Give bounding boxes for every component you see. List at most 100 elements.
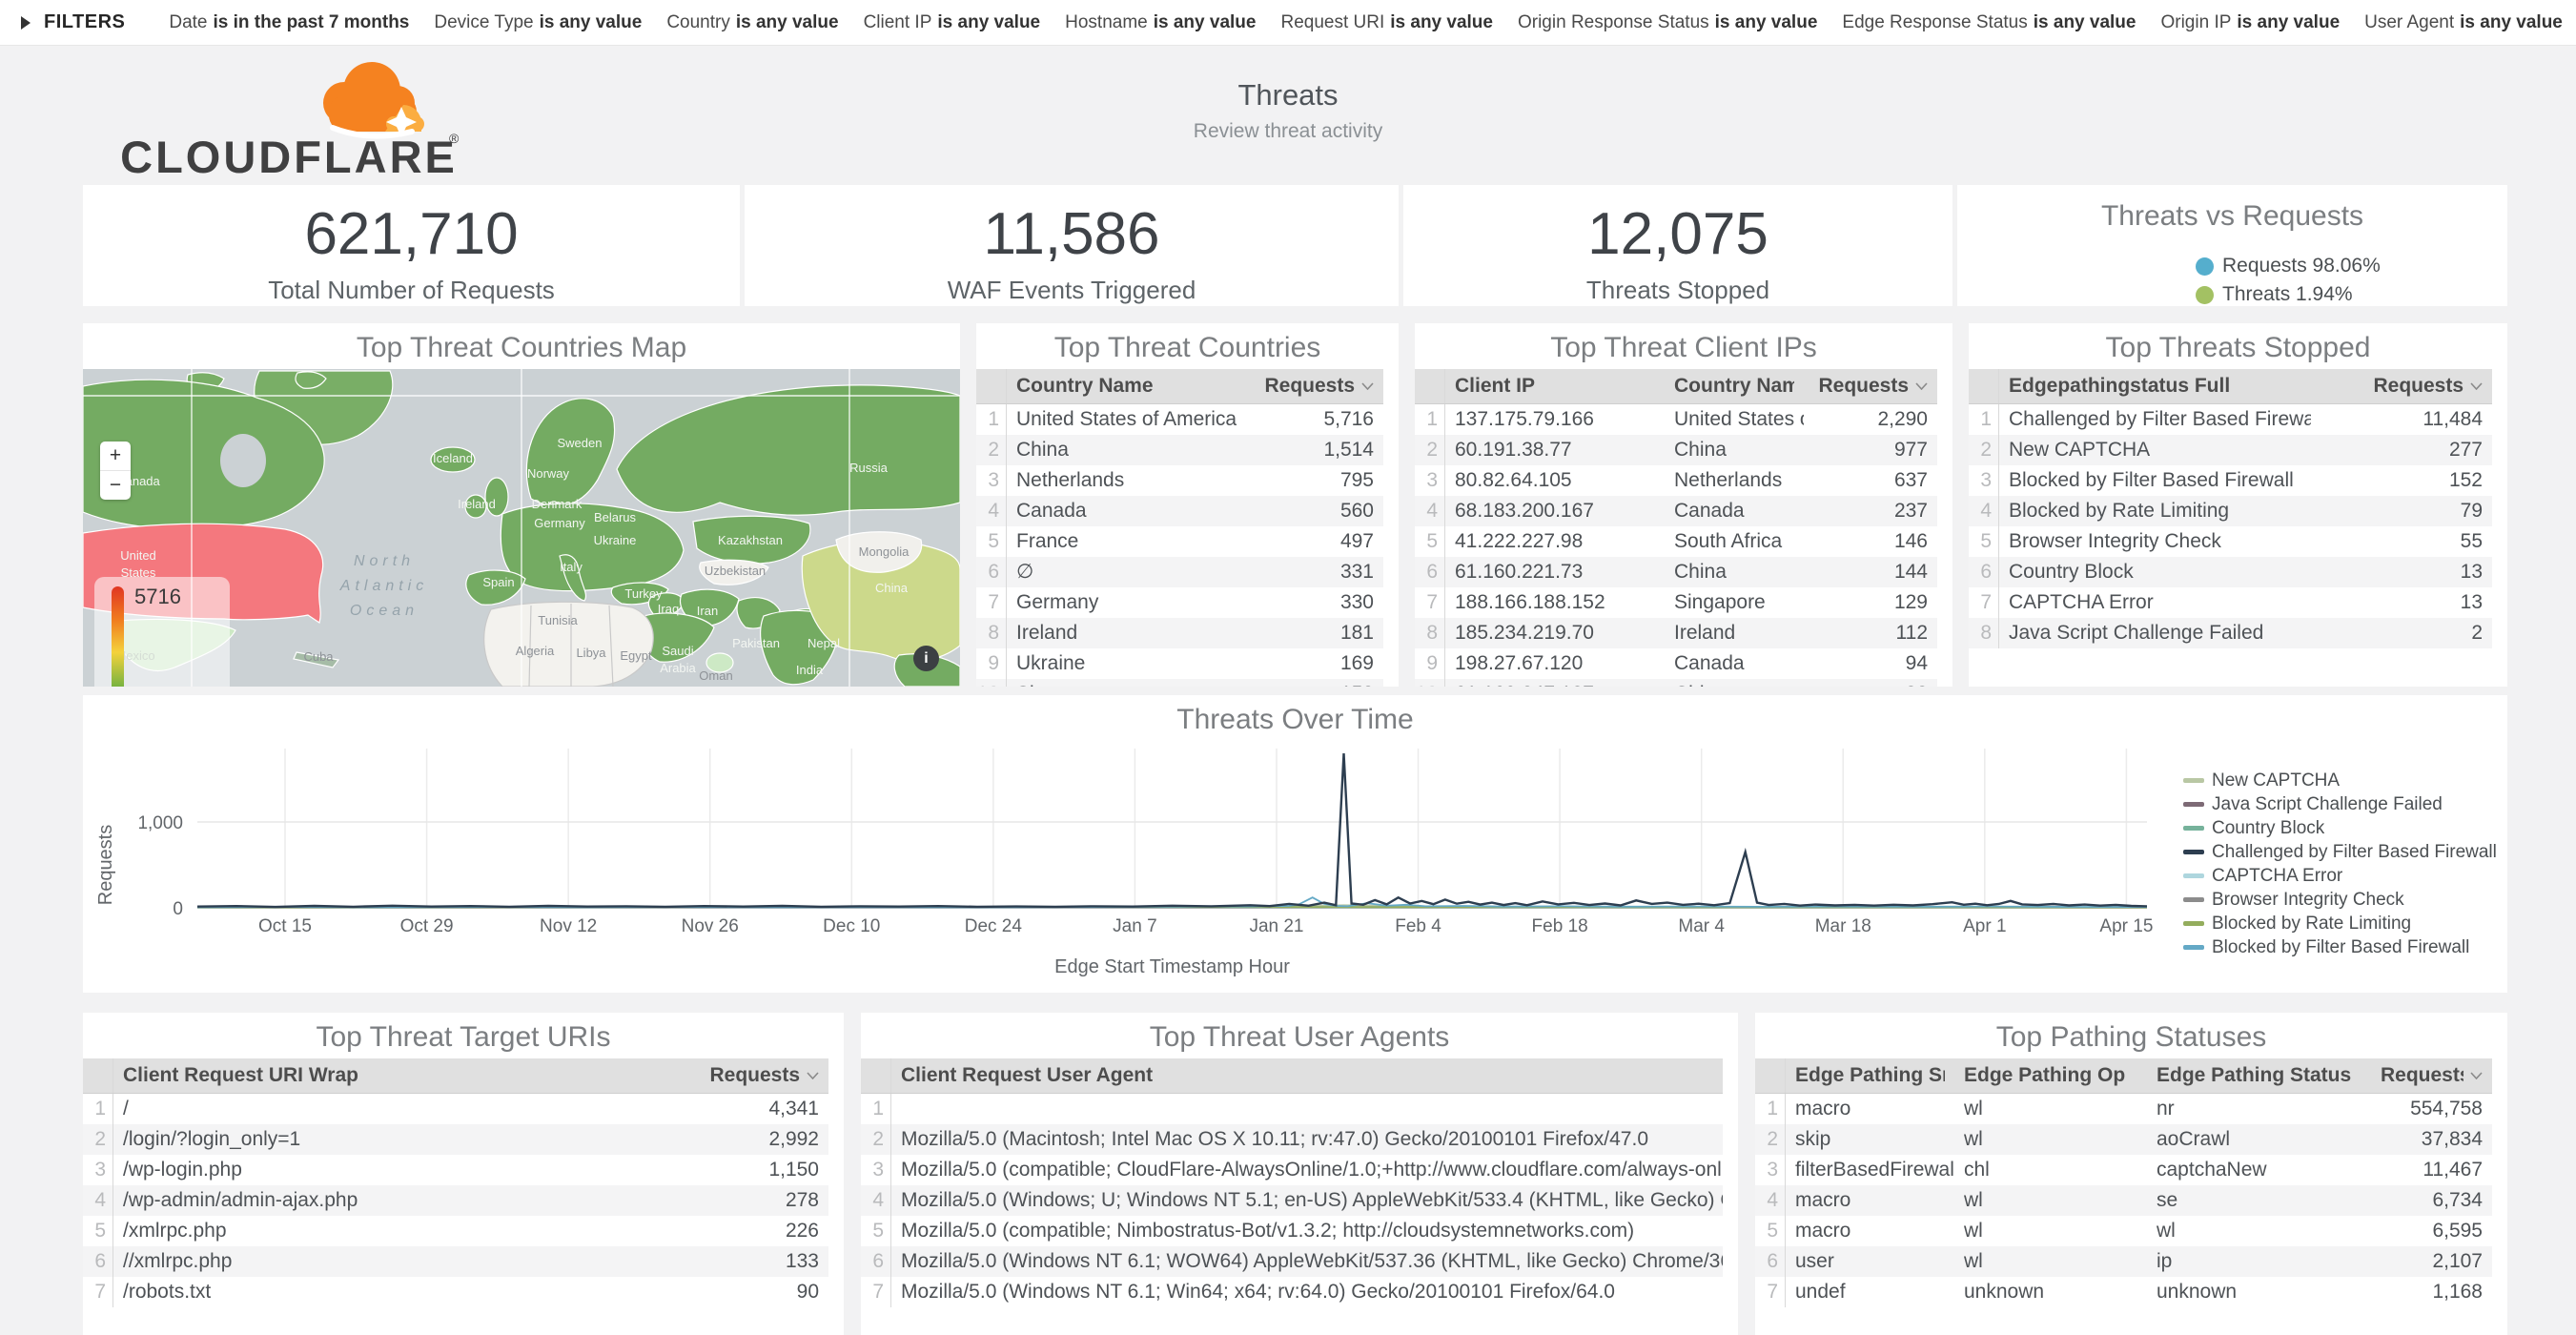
row-number: 4 [83,1185,113,1216]
sort-chevron-icon [1361,382,1374,390]
threats-over-time-panel: Threats Over Time Oct 15Oct 29Nov 12Nov … [83,695,2507,993]
column-header[interactable]: Requests [2371,1058,2492,1093]
table-cell: /wp-admin/admin-ajax.php [113,1185,681,1216]
table-cell: 88 [1804,679,1937,687]
x-tick-label: Nov 12 [540,916,597,936]
map-zoom-control: + − [100,442,131,500]
filter-item[interactable]: Client IPis any value [864,12,1041,33]
zoom-out-button[interactable]: − [100,470,131,500]
filter-item[interactable]: Device Typeis any value [434,12,642,33]
table-row: 5macrowlwl6,595 [1755,1216,2492,1246]
table-row: 1 [861,1094,1723,1124]
table-cell: Blocked by Filter Based Firewall [1999,465,2311,496]
chart-legend-item[interactable]: Country Block [2183,819,2497,837]
row-number: 7 [861,1277,891,1307]
legend-label: Country Block [2212,818,2324,839]
row-number: 6 [1415,557,1445,587]
table-cell: Netherlands [1007,465,1240,496]
filter-item[interactable]: Hostnameis any value [1065,12,1256,33]
top-threat-user-agents-panel: Top Threat User Agents Client Request Us… [861,1013,1738,1335]
row-number: 2 [861,1124,891,1155]
table-row: 3Mozilla/5.0 (compatible; CloudFlare-Alw… [861,1155,1723,1185]
filter-condition: is any value [937,12,1040,32]
map-country-label: Oman [699,668,732,683]
column-header[interactable]: Requests [1240,369,1383,403]
table-cell: wl [1954,1216,2147,1246]
chart-legend-item[interactable]: Java Script Challenge Failed [2183,795,2497,813]
top-threat-countries-panel: Top Threat Countries Country NameRequest… [976,323,1399,687]
panel-title: Top Threats Stopped [1969,323,2507,369]
world-map[interactable]: CanadaUnitedStatesMexicoCubaIcelandIrela… [83,369,960,687]
map-ocean-label: Atlantic [339,578,428,594]
column-header[interactable]: Requests [681,1058,828,1093]
table-row: 8Ireland181 [976,618,1383,648]
stat-threats-stopped: 12,075 Threats Stopped [1403,185,1952,306]
chart-legend-item[interactable]: CAPTCHA Error [2183,867,2497,885]
table-cell: Ukraine [1007,648,1240,679]
column-header-label: Requests [1264,369,1355,403]
chart-legend-item[interactable]: New CAPTCHA [2183,771,2497,790]
table-cell: 13 [2311,557,2492,587]
table-cell: 198.27.67.120 [1445,648,1665,679]
row-number: 1 [83,1094,113,1124]
map-color-legend: 5716 1 [94,577,230,687]
table-cell: wl [1954,1246,2147,1277]
zoom-in-button[interactable]: + [100,442,131,470]
row-number: 8 [1969,618,1999,648]
table-cell [891,1094,1723,1124]
table-cell: 60.191.38.77 [1445,435,1665,465]
table-cell: user [1786,1246,1954,1277]
table-row: 7Germany330 [976,587,1383,618]
filter-item[interactable]: Origin IPis any value [2160,12,2340,33]
table-cell: Mozilla/5.0 (Windows NT 6.1; WOW64) Appl… [891,1246,1723,1277]
filters-toggle[interactable]: FILTERS [21,11,125,33]
table-header-row: Client Request User Agent [861,1058,1723,1094]
table-cell: 188.166.188.152 [1445,587,1665,618]
table-row: 4/wp-admin/admin-ajax.php278 [83,1185,828,1216]
map-country-label: Arabia [660,661,696,675]
x-tick-label: Apr 1 [1963,916,2006,936]
map-info-button[interactable]: i [913,646,939,671]
map-country-label: Nepal [808,636,840,650]
filter-item[interactable]: Edge Response Statusis any value [1842,12,2136,33]
filter-condition: is any value [540,12,643,32]
table-cell: 55 [2311,526,2492,557]
table-cell: wl [1954,1124,2147,1155]
table-cell: Mozilla/5.0 (compatible; CloudFlare-Alwa… [891,1155,1723,1185]
table-row: 7Mozilla/5.0 (Windows NT 6.1; Win64; x64… [861,1277,1723,1307]
column-header[interactable]: Requests [2311,369,2492,403]
panel-title: Top Threat Client IPs [1415,323,1952,369]
legend-item[interactable]: Threats 1.94% [2196,282,2381,306]
chart-legend-item[interactable]: Blocked by Filter Based Firewall [2183,938,2497,956]
map-country-label: Ireland [458,497,496,511]
table-cell: 129 [1804,587,1937,618]
legend-item[interactable]: Requests 98.06% [2196,254,2381,278]
table-row: 1Challenged by Filter Based Firewall11,4… [1969,404,2492,435]
table-row: 3Blocked by Filter Based Firewall152 [1969,465,2492,496]
filter-item[interactable]: User Agentis any value [2364,12,2563,33]
column-header[interactable]: Requests [1804,369,1937,403]
table-cell: 2,992 [681,1124,828,1155]
table-rows: 12Mozilla/5.0 (Macintosh; Intel Mac OS X… [861,1094,1723,1307]
table-cell: 158 [1240,679,1383,687]
table-cell: skip [1786,1124,1954,1155]
table-cell: 133 [681,1246,828,1277]
chart-legend-item[interactable]: Challenged by Filter Based Firewall [2183,843,2497,861]
chart-legend-item[interactable]: Browser Integrity Check [2183,891,2497,909]
filter-item[interactable]: Origin Response Statusis any value [1518,12,1817,33]
table-cell: China [1665,557,1804,587]
filter-item[interactable]: Dateis in the past 7 months [169,12,409,33]
x-tick-label: Mar 4 [1678,916,1725,936]
table-cell: 226 [681,1216,828,1246]
column-header: Client Request URI Wrap [113,1058,681,1093]
filter-item[interactable]: Request URIis any value [1280,12,1493,33]
filter-item[interactable]: Countryis any value [666,12,838,33]
row-number-header [83,1058,113,1093]
table-row: 6Country Block13 [1969,557,2492,587]
map-country-label: India [796,663,824,677]
chart-legend-item[interactable]: Blocked by Rate Limiting [2183,914,2497,933]
table-row: 2skipwlaoCrawl37,834 [1755,1124,2492,1155]
cloudflare-logo: CLOUDFLARE ® [100,48,491,181]
table-cell: 1,150 [681,1155,828,1185]
map-country-label: Pakistan [732,636,780,650]
